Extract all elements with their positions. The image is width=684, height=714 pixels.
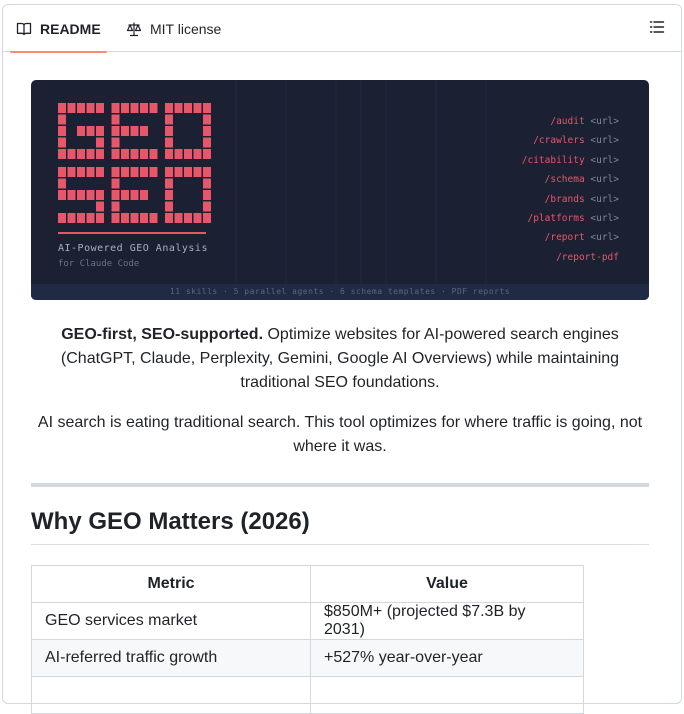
banner-tagline: for Claude Code bbox=[58, 259, 140, 269]
command-name: /brands bbox=[544, 193, 585, 205]
tagline-paragraph: AI search is eating traditional search. … bbox=[37, 414, 643, 455]
column-header-metric: Metric bbox=[31, 565, 311, 603]
banner-footer: 11 skills · 5 parallel agents · 6 schema… bbox=[31, 284, 649, 300]
command-item: /report <url> bbox=[522, 228, 619, 247]
command-item: /audit <url> bbox=[522, 112, 619, 131]
command-name: /report-pdf bbox=[556, 251, 619, 263]
tab-license[interactable]: MIT license bbox=[126, 5, 221, 52]
table-row: AI-referred traffic growth +527% year-ov… bbox=[31, 639, 584, 677]
table-cell-value: +527% year-over-year bbox=[310, 639, 584, 677]
tab-readme[interactable]: README bbox=[10, 5, 107, 53]
command-name: /crawlers bbox=[533, 135, 585, 147]
tab-readme-label: README bbox=[40, 20, 101, 37]
metrics-table: Metric Value GEO services market $850M+ … bbox=[31, 565, 584, 714]
banner-divider bbox=[58, 232, 206, 234]
tab-bar: README MIT license bbox=[3, 5, 681, 53]
command-name: /audit bbox=[550, 116, 585, 127]
table-row bbox=[31, 676, 584, 714]
command-arg: <url> bbox=[584, 154, 619, 166]
command-arg: <url> bbox=[584, 174, 619, 186]
section-heading: Why GEO Matters (2026) bbox=[31, 508, 649, 545]
outline-button[interactable] bbox=[647, 19, 667, 39]
command-item: /report-pdf bbox=[522, 248, 619, 267]
command-name: /citability bbox=[521, 154, 585, 166]
command-arg: <url> bbox=[584, 193, 619, 205]
table-cell-metric: GEO services market bbox=[31, 602, 311, 640]
table-cell-value bbox=[310, 676, 584, 714]
table-row: GEO services market $850M+ (projected $7… bbox=[31, 602, 584, 640]
command-name: /platforms bbox=[527, 213, 585, 225]
command-item: /platforms <url> bbox=[522, 209, 619, 228]
banner-subtitle: AI-Powered GEO Analysis bbox=[58, 243, 208, 254]
command-item: /crawlers <url> bbox=[522, 131, 619, 150]
intro-bold: GEO-first, SEO-supported. bbox=[61, 326, 264, 343]
list-icon bbox=[649, 19, 665, 40]
intro-paragraph: GEO-first, SEO-supported. Optimize websi… bbox=[31, 323, 649, 395]
project-banner-image: AI-Powered GEO Analysis for Claude Code … bbox=[31, 80, 649, 300]
table-header-row: Metric Value bbox=[31, 565, 584, 603]
table-cell-metric bbox=[31, 676, 311, 714]
command-arg: <url> bbox=[584, 213, 619, 225]
book-icon bbox=[16, 21, 32, 37]
scale-icon bbox=[126, 21, 142, 37]
tab-license-label: MIT license bbox=[150, 20, 222, 37]
command-item: /schema <url> bbox=[522, 170, 619, 189]
geo-seo-logo bbox=[58, 103, 211, 223]
command-name: /report bbox=[544, 232, 585, 244]
command-list: /audit <url>/crawlers <url>/citability <… bbox=[522, 112, 619, 267]
column-header-value: Value bbox=[310, 565, 584, 603]
table-cell-value: $850M+ (projected $7.3B by 2031) bbox=[310, 602, 584, 640]
command-arg: <url> bbox=[584, 135, 619, 147]
table-cell-metric: AI-referred traffic growth bbox=[31, 639, 311, 677]
command-item: /citability <url> bbox=[522, 151, 619, 170]
command-arg: <url> bbox=[584, 232, 619, 244]
command-name: /schema bbox=[544, 174, 585, 186]
command-arg: <url> bbox=[584, 116, 619, 127]
command-item: /brands <url> bbox=[522, 190, 619, 209]
horizontal-rule bbox=[31, 483, 649, 487]
